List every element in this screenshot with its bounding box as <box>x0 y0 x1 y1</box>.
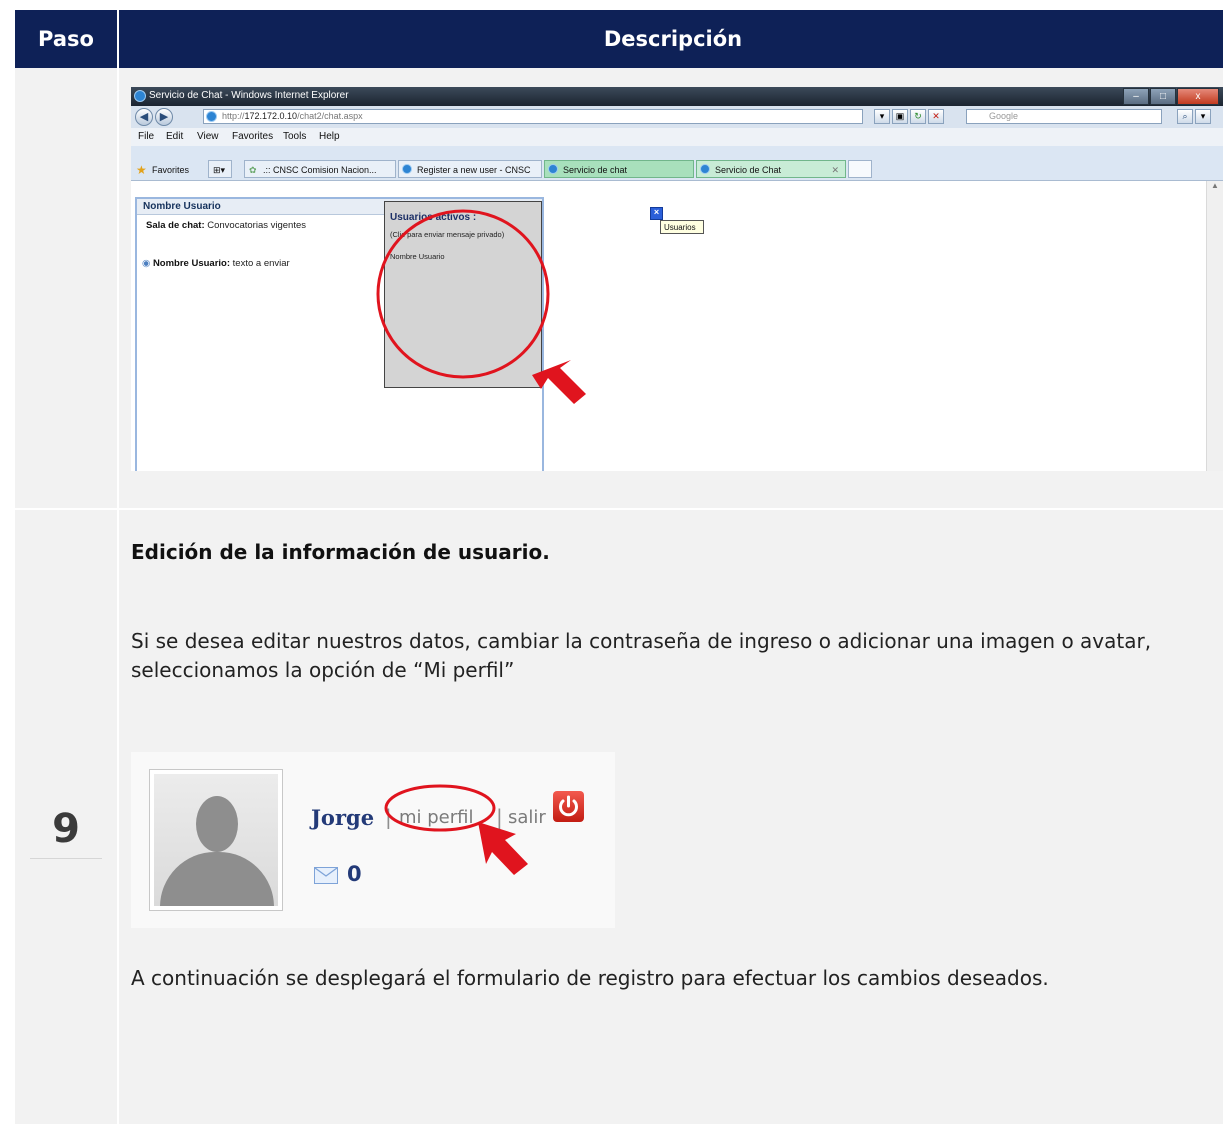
highlight-circle <box>376 209 550 379</box>
highlight-circle <box>384 784 496 832</box>
pointer-arrow-icon <box>532 360 586 404</box>
pointer-arrow-icon <box>478 822 528 875</box>
annotation-overlay <box>376 209 586 875</box>
